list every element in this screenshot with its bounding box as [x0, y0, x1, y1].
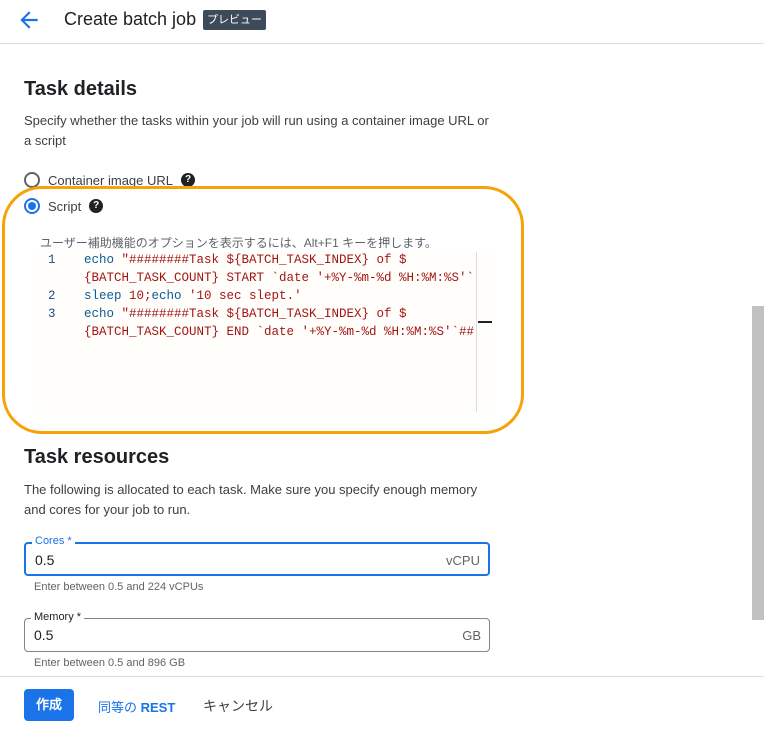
task-details-description: Specify whether the tasks within your jo… [24, 113, 489, 148]
line-number: 3 [48, 307, 56, 321]
create-button[interactable]: 作成 [24, 689, 74, 721]
memory-field[interactable]: Memory * 0.5 GB [24, 611, 490, 652]
code-line[interactable]: {BATCH_TASK_COUNT} END `date '+%Y-%m-%d … [84, 325, 492, 339]
rest-strong: REST [140, 700, 176, 715]
action-footer: 作成 同等の REST キャンセル [0, 676, 764, 732]
cores-field[interactable]: Cores * 0.5 vCPU [24, 535, 490, 576]
page-title: Create batch job [64, 9, 197, 29]
radio-label: Container image URL [48, 172, 174, 188]
code-line[interactable]: sleep 10;echo '10 sec slept.' [84, 289, 492, 303]
memory-value[interactable]: 0.5 [34, 627, 53, 643]
code-line[interactable]: {BATCH_TASK_COUNT} START `date '+%Y-%m-%… [84, 271, 492, 285]
line-number: 1 [48, 253, 56, 267]
radio-button[interactable] [24, 198, 40, 214]
cores-label: Cores * [32, 535, 75, 547]
code-line[interactable]: echo "########Task ${BATCH_TASK_INDEX} o… [84, 253, 492, 267]
back-arrow-icon[interactable] [16, 7, 42, 33]
preview-badge: プレビュー [203, 10, 266, 30]
cancel-button[interactable]: キャンセル [203, 696, 273, 716]
radio-button[interactable] [24, 172, 40, 188]
memory-hint: Enter between 0.5 and 896 GB [34, 657, 186, 669]
memory-label: Memory * [31, 611, 85, 623]
cores-hint: Enter between 0.5 and 224 vCPUs [34, 581, 204, 593]
rest-prefix: 同等の [98, 700, 141, 715]
page-header: Create batch job プレビュー [0, 0, 764, 44]
equivalent-rest-link[interactable]: 同等の REST [98, 697, 175, 716]
task-resources-heading: Task resources [24, 446, 170, 468]
radio-container-image[interactable]: Container image URL ? [24, 170, 196, 190]
radio-label: Script [48, 198, 82, 214]
editor-accessibility-hint: ユーザー補助機能のオプションを表示するには、Alt+F1 キーを押します。 [40, 236, 437, 250]
editor-cursor [478, 321, 492, 323]
line-number: 2 [48, 289, 56, 303]
cores-value[interactable]: 0.5 [35, 552, 54, 568]
code-line[interactable]: echo "########Task ${BATCH_TASK_INDEX} o… [84, 307, 492, 321]
help-icon[interactable]: ? [181, 173, 196, 187]
cores-unit: vCPU [446, 553, 480, 568]
help-icon[interactable]: ? [89, 199, 104, 213]
memory-unit: GB [462, 628, 481, 643]
radio-script[interactable]: Script ? [24, 196, 104, 216]
task-details-heading: Task details [24, 78, 138, 100]
page-scrollbar[interactable] [752, 306, 764, 620]
task-resources-description: The following is allocated to each task.… [24, 482, 478, 517]
